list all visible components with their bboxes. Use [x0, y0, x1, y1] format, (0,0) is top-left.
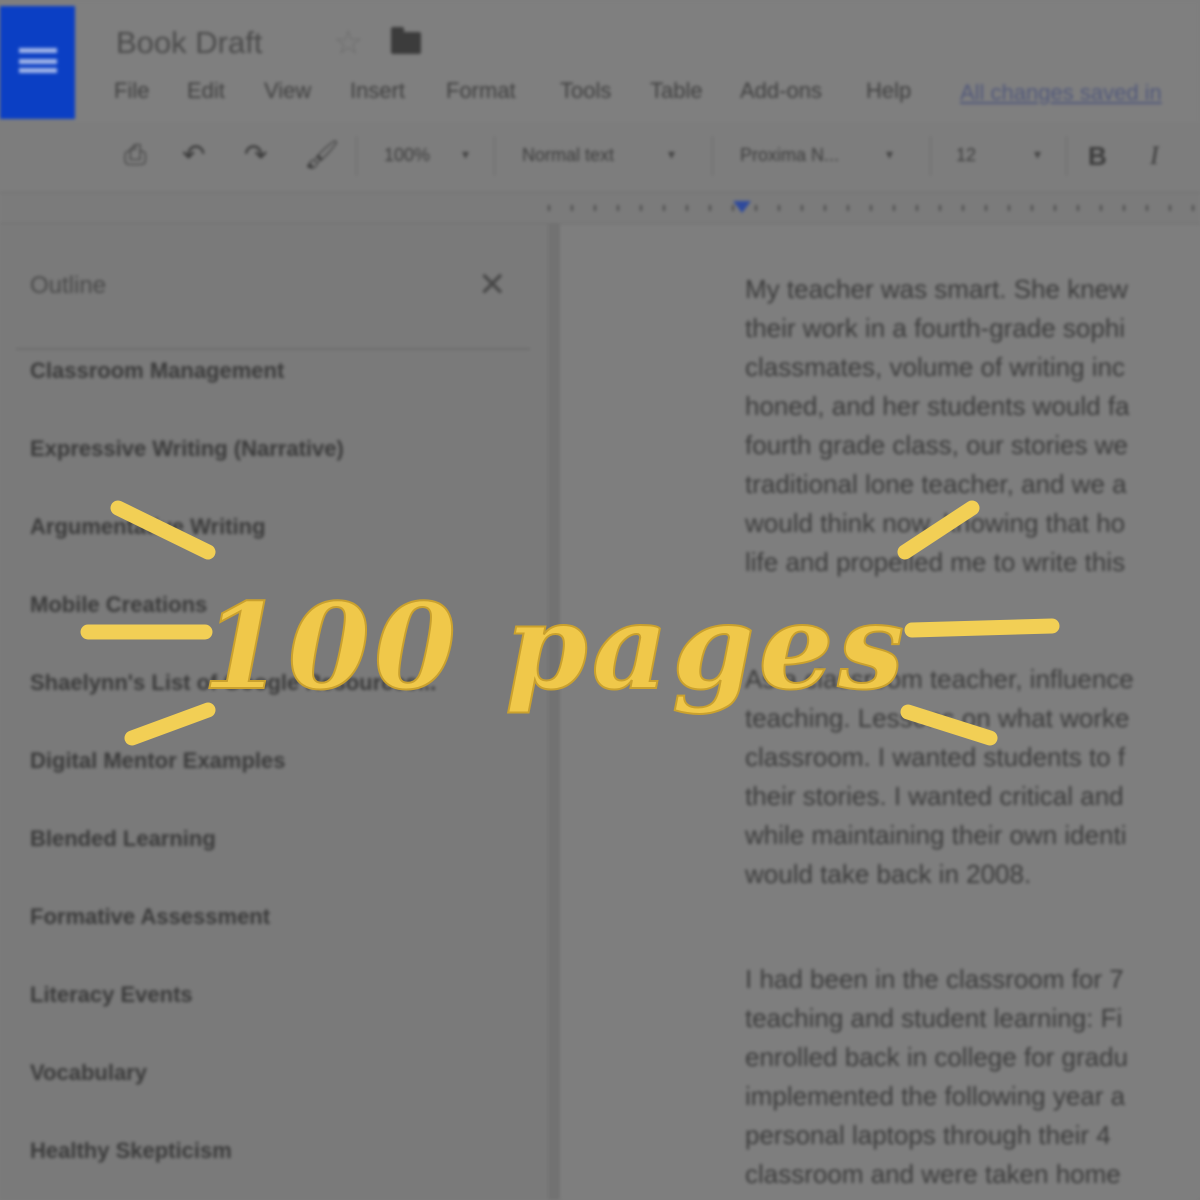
- overlay-title: 100 pages: [202, 577, 908, 716]
- celebration-overlay: 100 pages: [80, 500, 1060, 746]
- burst-lines-left: [80, 500, 216, 746]
- burst-line: [124, 702, 216, 746]
- app-window: Book Draft ☆ File Edit View Insert Forma…: [0, 0, 1200, 1200]
- burst-line: [904, 618, 1060, 638]
- burst-line: [900, 704, 998, 746]
- burst-lines-right: [897, 500, 1060, 746]
- burst-line: [897, 500, 980, 560]
- burst-line: [110, 500, 216, 560]
